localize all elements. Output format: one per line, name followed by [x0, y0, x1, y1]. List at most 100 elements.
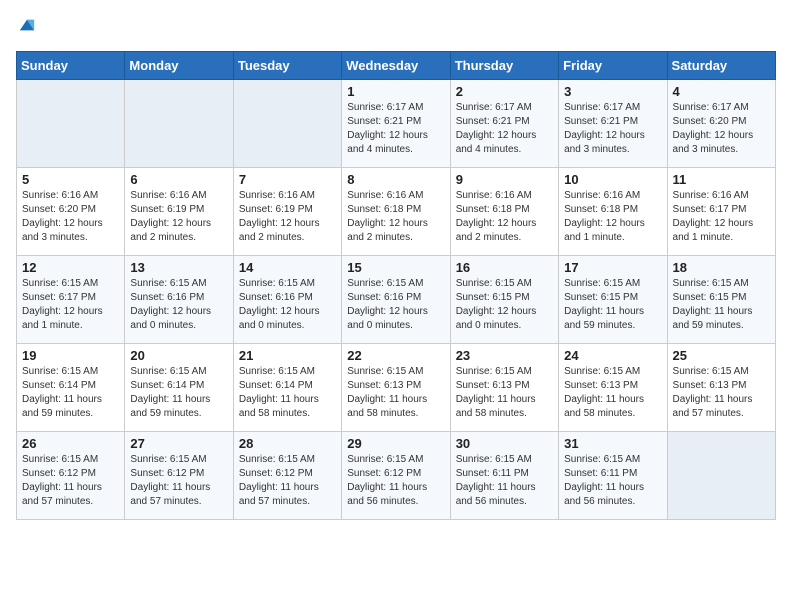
sunset-label: Sunset: 6:12 PM — [22, 468, 96, 479]
daylight-label: Daylight: 12 hours and 4 minutes. — [456, 130, 537, 155]
sunrise-label: Sunrise: 6:15 AM — [130, 454, 206, 465]
daylight-label: Daylight: 11 hours and 56 minutes. — [564, 482, 644, 507]
day-info: Sunrise: 6:15 AMSunset: 6:12 PMDaylight:… — [347, 453, 444, 509]
sunrise-label: Sunrise: 6:16 AM — [239, 190, 315, 201]
weekday-header-row: SundayMondayTuesdayWednesdayThursdayFrid… — [17, 52, 776, 80]
calendar-cell: 2 Sunrise: 6:17 AMSunset: 6:21 PMDaylight… — [450, 80, 558, 168]
day-number: 21 — [239, 348, 336, 363]
sunrise-label: Sunrise: 6:15 AM — [22, 366, 98, 377]
sunrise-label: Sunrise: 6:15 AM — [130, 278, 206, 289]
calendar-cell — [125, 80, 233, 168]
sunrise-label: Sunrise: 6:17 AM — [673, 102, 749, 113]
calendar-cell: 10Sunrise: 6:16 AMSunset: 6:18 PMDayligh… — [559, 168, 667, 256]
day-info: Sunrise: 6:17 AMSunset: 6:21 PMDaylight:… — [456, 101, 553, 157]
day-number: 30 — [456, 436, 553, 451]
sunrise-label: Sunrise: 6:16 AM — [564, 190, 640, 201]
sunset-label: Sunset: 6:14 PM — [239, 380, 313, 391]
sunrise-label: Sunrise: 6:15 AM — [673, 278, 749, 289]
day-info: Sunrise: 6:15 AMSunset: 6:13 PMDaylight:… — [456, 365, 553, 421]
sunset-label: Sunset: 6:21 PM — [456, 116, 530, 127]
sunrise-label: Sunrise: 6:15 AM — [22, 454, 98, 465]
day-info: Sunrise: 6:15 AMSunset: 6:13 PMDaylight:… — [564, 365, 661, 421]
calendar-cell: 17Sunrise: 6:15 AMSunset: 6:15 PMDayligh… — [559, 256, 667, 344]
day-number: 7 — [239, 172, 336, 187]
sunset-label: Sunset: 6:13 PM — [456, 380, 530, 391]
sunrise-label: Sunrise: 6:15 AM — [564, 454, 640, 465]
sunset-label: Sunset: 6:18 PM — [347, 204, 421, 215]
sunset-label: Sunset: 6:18 PM — [456, 204, 530, 215]
calendar-cell: 26 Sunrise: 6:15 AM Sunset: 6:12 PM Dayligh… — [17, 432, 125, 520]
sunrise-label: Sunrise: 6:16 AM — [130, 190, 206, 201]
calendar-cell: 1Sunrise: 6:17 AMSunset: 6:21 PMDaylight… — [342, 80, 450, 168]
sunset-label: Sunset: 6:15 PM — [673, 292, 747, 303]
sunset-label: Sunset: 6:15 PM — [456, 292, 530, 303]
day-info: Sunrise: 6:15 AMSunset: 6:16 PMDaylight:… — [130, 277, 227, 333]
day-info: Sunrise: 6:15 AMSunset: 6:11 PMDaylight:… — [456, 453, 553, 509]
sunrise-label: Sunrise: 6:16 AM — [347, 190, 423, 201]
calendar-cell: 22Sunrise: 6:15 AMSunset: 6:13 PMDayligh… — [342, 344, 450, 432]
daylight-label: Daylight: 12 hours and 3 minutes. — [564, 130, 645, 155]
sunset-label: Sunset: 6:20 PM — [673, 116, 747, 127]
sunrise-label: Sunrise: 6:15 AM — [564, 366, 640, 377]
calendar-cell: 27Sunrise: 6:15 AMSunset: 6:12 PMDayligh… — [125, 432, 233, 520]
day-info: Sunrise: 6:15 AMSunset: 6:15 PMDaylight:… — [456, 277, 553, 333]
daylight-label: Daylight: 11 hours and 57 minutes. — [22, 482, 102, 507]
sunrise-label: Sunrise: 6:15 AM — [239, 278, 315, 289]
sunset-label: Sunset: 6:13 PM — [564, 380, 638, 391]
day-info: Sunrise: 6:15 AMSunset: 6:14 PMDaylight:… — [130, 365, 227, 421]
calendar-week-row: 12Sunrise: 6:15 AMSunset: 6:17 PMDayligh… — [17, 256, 776, 344]
day-number: 4 — [673, 84, 770, 99]
daylight-label: Daylight: 11 hours and 56 minutes. — [456, 482, 536, 507]
day-info: Sunrise: 6:15 AMSunset: 6:15 PMDaylight:… — [673, 277, 770, 333]
calendar-cell: 12Sunrise: 6:15 AMSunset: 6:17 PMDayligh… — [17, 256, 125, 344]
day-number: 29 — [347, 436, 444, 451]
sunset-label: Sunset: 6:12 PM — [130, 468, 204, 479]
day-info: Sunrise: 6:16 AMSunset: 6:17 PMDaylight:… — [673, 189, 770, 245]
page-header — [16, 16, 776, 39]
sunset-label: Sunset: 6:15 PM — [564, 292, 638, 303]
calendar-cell: 13Sunrise: 6:15 AMSunset: 6:16 PMDayligh… — [125, 256, 233, 344]
sunrise-label: Sunrise: 6:17 AM — [564, 102, 640, 113]
day-number: 3 — [564, 84, 661, 99]
day-number: 2 — [456, 84, 553, 99]
weekday-header-sunday: Sunday — [17, 52, 125, 80]
day-number: 26 — [22, 436, 119, 451]
day-number: 20 — [130, 348, 227, 363]
day-info: Sunrise: 6:16 AMSunset: 6:18 PMDaylight:… — [564, 189, 661, 245]
calendar-week-row: 1Sunrise: 6:17 AMSunset: 6:21 PMDaylight… — [17, 80, 776, 168]
day-number: 10 — [564, 172, 661, 187]
sunrise-label: Sunrise: 6:15 AM — [239, 454, 315, 465]
day-number: 22 — [347, 348, 444, 363]
sunset-label: Sunset: 6:18 PM — [564, 204, 638, 215]
calendar-cell: 24Sunrise: 6:15 AMSunset: 6:13 PMDayligh… — [559, 344, 667, 432]
sunset-label: Sunset: 6:17 PM — [22, 292, 96, 303]
sunrise-label: Sunrise: 6:17 AM — [347, 102, 423, 113]
day-number: 25 — [673, 348, 770, 363]
calendar-cell: 8Sunrise: 6:16 AMSunset: 6:18 PMDaylight… — [342, 168, 450, 256]
calendar-table: SundayMondayTuesdayWednesdayThursdayFrid… — [16, 51, 776, 520]
sunset-label: Sunset: 6:19 PM — [239, 204, 313, 215]
sunset-label: Sunset: 6:11 PM — [564, 468, 637, 479]
day-info: Sunrise: 6:16 AMSunset: 6:19 PMDaylight:… — [239, 189, 336, 245]
day-number: 15 — [347, 260, 444, 275]
calendar-week-row: 19Sunrise: 6:15 AMSunset: 6:14 PMDayligh… — [17, 344, 776, 432]
calendar-cell — [233, 80, 341, 168]
logo-icon — [18, 16, 36, 34]
daylight-label: Daylight: 12 hours and 0 minutes. — [456, 306, 537, 331]
calendar-cell: 21Sunrise: 6:15 AMSunset: 6:14 PMDayligh… — [233, 344, 341, 432]
calendar-cell: 25Sunrise: 6:15 AMSunset: 6:13 PMDayligh… — [667, 344, 775, 432]
day-number: 31 — [564, 436, 661, 451]
day-info: Sunrise: 6:15 AMSunset: 6:12 PMDaylight:… — [239, 453, 336, 509]
calendar-cell: 23Sunrise: 6:15 AMSunset: 6:13 PMDayligh… — [450, 344, 558, 432]
day-number: 1 — [347, 84, 444, 99]
day-number: 23 — [456, 348, 553, 363]
sunrise-label: Sunrise: 6:15 AM — [564, 278, 640, 289]
daylight-label: Daylight: 11 hours and 59 minutes. — [130, 394, 210, 419]
sunrise-label: Sunrise: 6:16 AM — [456, 190, 532, 201]
sunrise-label: Sunrise: 6:15 AM — [130, 366, 206, 377]
sunrise-label: Sunrise: 6:15 AM — [456, 366, 532, 377]
day-info: Sunrise: 6:17 AMSunset: 6:21 PMDaylight:… — [564, 101, 661, 157]
calendar-cell: 28Sunrise: 6:15 AMSunset: 6:12 PMDayligh… — [233, 432, 341, 520]
sunset-label: Sunset: 6:13 PM — [347, 380, 421, 391]
calendar-cell: 20 Sunrise: 6:15 AMSunset: 6:14 PMDayligh… — [125, 344, 233, 432]
